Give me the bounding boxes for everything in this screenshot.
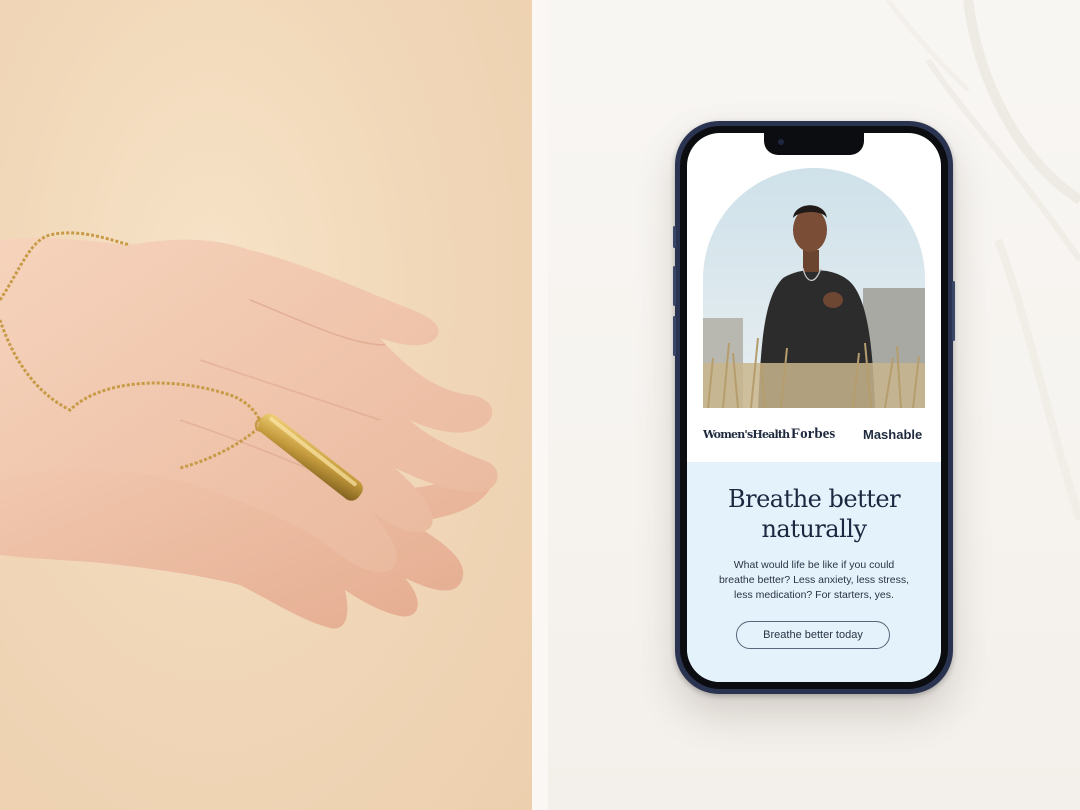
power-button <box>952 281 955 341</box>
smartphone-mockup: Women'sHealth Forbes Mashable Breathe be… <box>673 121 955 694</box>
headline: Breathe better naturally <box>687 484 941 544</box>
volume-down-button <box>673 316 676 356</box>
press-logos-row: Women'sHealth Forbes Mashable <box>687 421 941 451</box>
volume-up-button <box>673 266 676 306</box>
forbes-logo: Forbes <box>791 426 836 442</box>
hero-photo <box>703 168 925 408</box>
headline-line-2: naturally <box>761 515 867 543</box>
phone-screen: Women'sHealth Forbes Mashable Breathe be… <box>687 133 941 682</box>
hero-image-man-in-field <box>703 168 925 408</box>
breathe-better-today-button[interactable]: Breathe better today <box>736 621 890 649</box>
front-camera-icon <box>778 139 784 145</box>
body-line-3: less medication? For starters, yes. <box>734 589 894 601</box>
womens-health-logo: Women'sHealth <box>703 428 790 441</box>
body-line-1: What would life be like if you could <box>733 559 895 571</box>
body-line-2: breathe better? Less anxiety, less stres… <box>718 574 910 586</box>
body-copy: What would life be like if you could bre… <box>717 558 911 603</box>
product-photo-hands <box>0 0 532 810</box>
mute-switch <box>673 226 676 248</box>
mashable-logo: Mashable <box>863 427 923 442</box>
phone-notch <box>764 133 864 155</box>
hero-text-section: Breathe better naturally What would life… <box>687 462 941 682</box>
hands-with-pendant-illustration <box>0 231 498 629</box>
mobile-mockup-panel: Women'sHealth Forbes Mashable Breathe be… <box>548 0 1080 810</box>
headline-line-1: Breathe better <box>727 485 901 513</box>
